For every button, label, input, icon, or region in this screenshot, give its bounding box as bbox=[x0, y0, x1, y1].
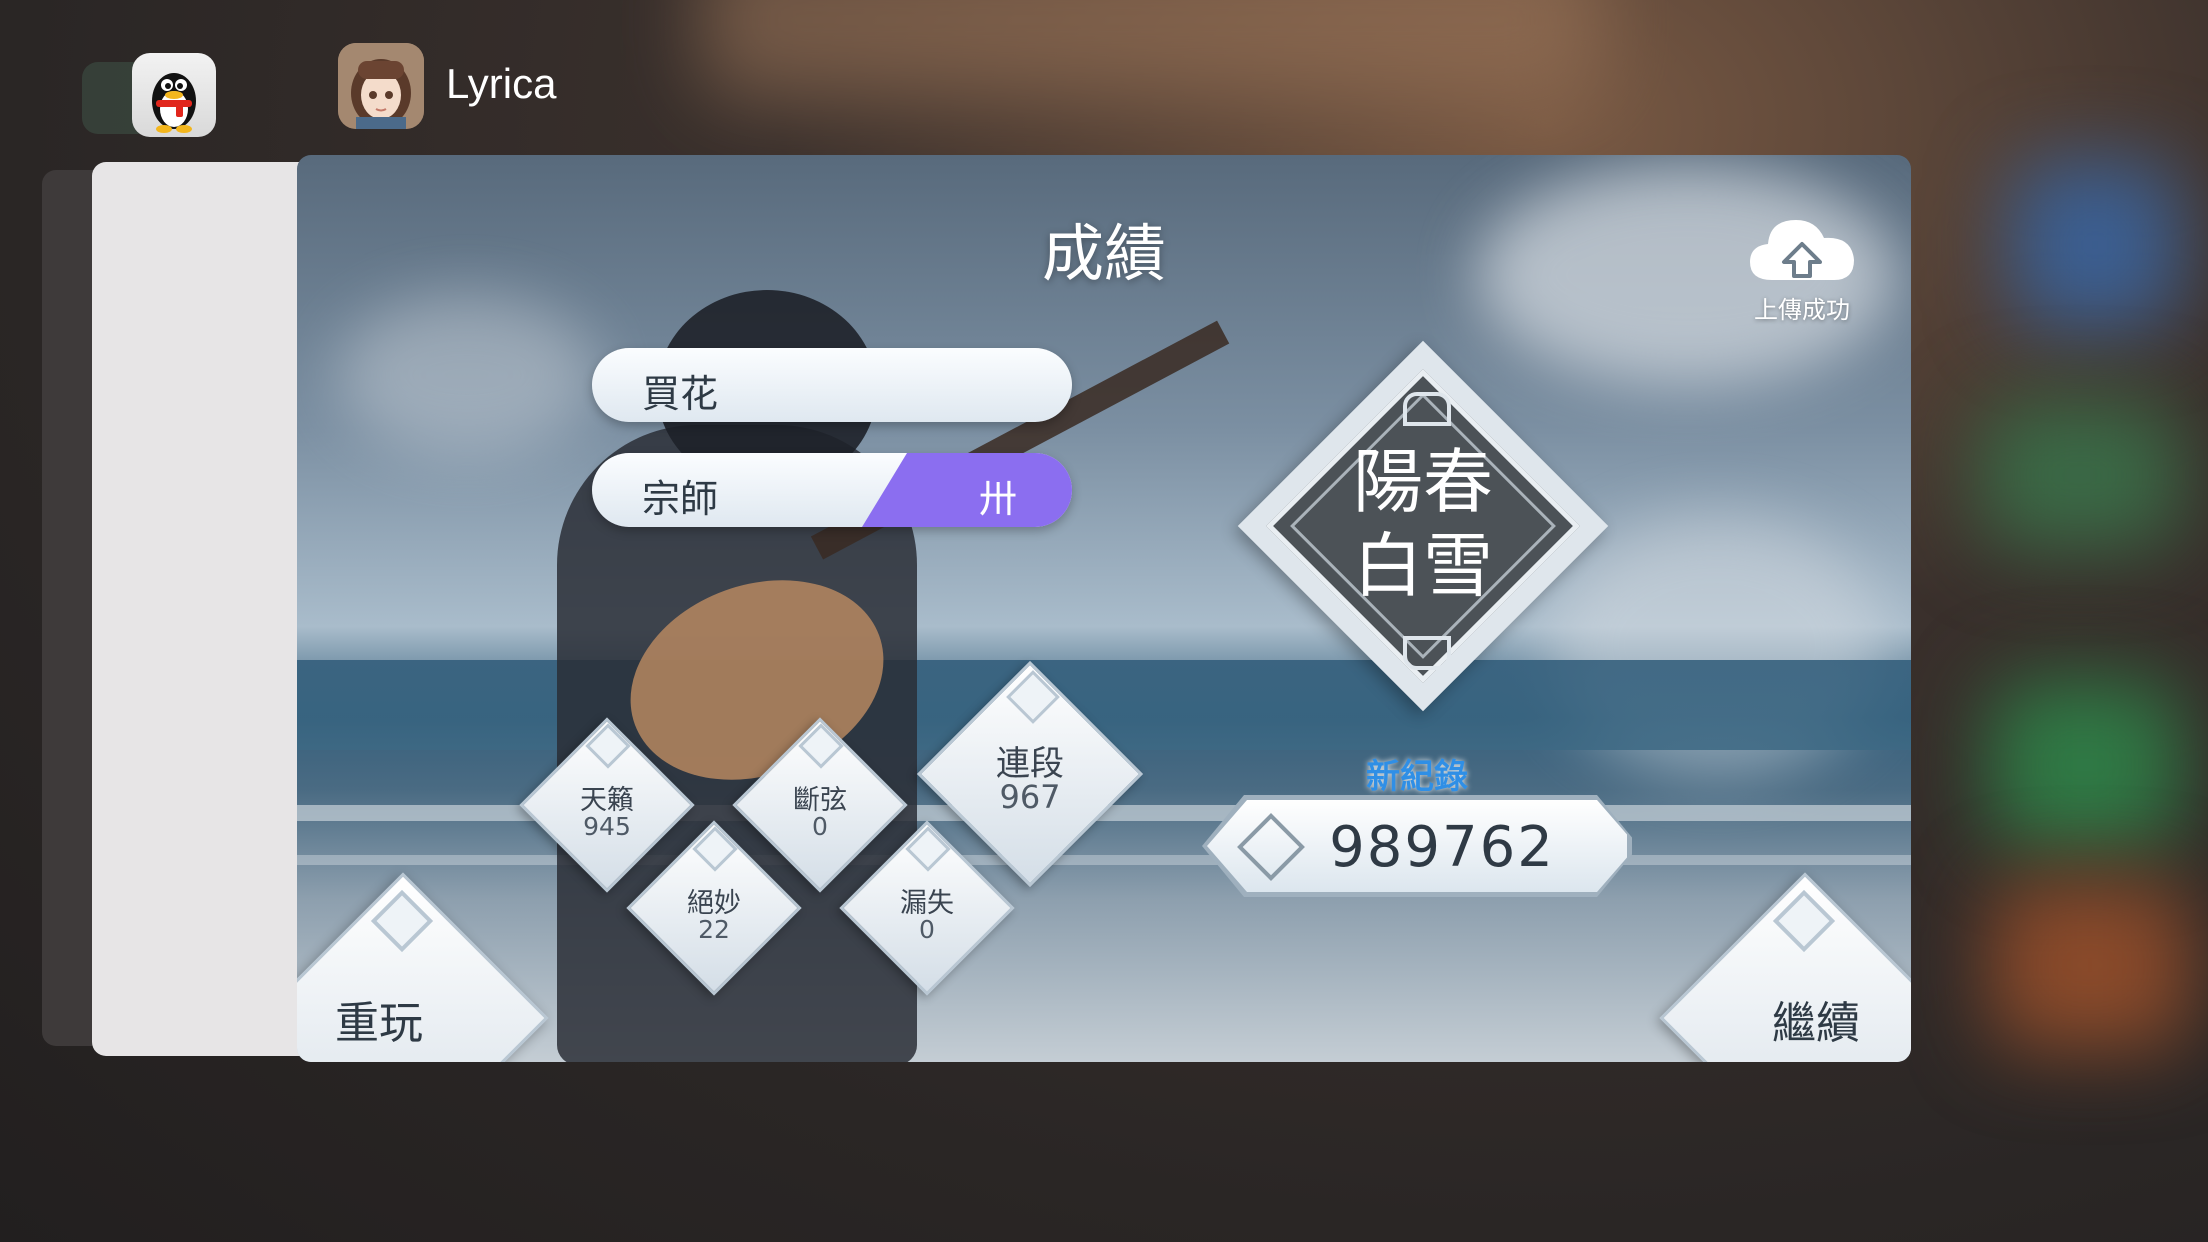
score-value: 989762 bbox=[1329, 815, 1555, 880]
difficulty-name: 宗師 bbox=[642, 477, 719, 521]
background-blur bbox=[1990, 680, 2180, 850]
continue-button[interactable]: 繼續 bbox=[1642, 855, 1911, 1062]
background-blur bbox=[1980, 400, 2180, 550]
background-blur bbox=[1990, 880, 2190, 1050]
difficulty-level: 卅 bbox=[978, 477, 1017, 521]
background-blur bbox=[2010, 160, 2180, 330]
cloud-ornament-icon bbox=[1403, 392, 1451, 426]
cloud-upload-icon bbox=[1750, 220, 1854, 280]
new-record-label: 新紀錄 bbox=[1366, 757, 1468, 797]
grade-line-2: 白雪 bbox=[1353, 525, 1493, 607]
app-card-back[interactable] bbox=[92, 162, 332, 1056]
stat-value: 967 bbox=[999, 778, 1061, 816]
result-title: 成績 bbox=[1041, 217, 1166, 290]
grade-line-1: 陽春 bbox=[1353, 441, 1493, 523]
replay-button[interactable]: 重玩 bbox=[297, 855, 560, 1062]
cloud-ornament-icon bbox=[1403, 636, 1451, 670]
song-title: 買花 bbox=[642, 372, 719, 416]
stat-value: 0 bbox=[919, 915, 935, 944]
upload-status-label: 上傳成功 bbox=[1754, 296, 1850, 324]
lyrica-girl-icon[interactable] bbox=[338, 43, 424, 129]
continue-label: 繼續 bbox=[1772, 998, 1860, 1049]
difficulty-level-badge bbox=[862, 453, 1072, 527]
upload-status: 上傳成功 bbox=[1737, 210, 1867, 325]
song-title-pill: 買花 bbox=[592, 348, 1072, 422]
app-title: Lyrica bbox=[446, 60, 557, 107]
stat-combo: 連段 967 bbox=[910, 654, 1150, 894]
background-blur bbox=[700, 0, 1600, 100]
replay-label: 重玩 bbox=[335, 998, 423, 1049]
difficulty-pill: 宗師 卅 bbox=[592, 453, 1072, 527]
grade-text: 陽春 白雪 bbox=[1237, 440, 1609, 608]
stat-value: 22 bbox=[698, 915, 730, 944]
grade-badge: 陽春 白雪 bbox=[1237, 340, 1609, 712]
lyrica-app-card[interactable]: 成績 上傳成功 買花 宗師 卅 陽春 白雪 新紀錄 989762 天籟 945 bbox=[297, 155, 1911, 1062]
qq-penguin-icon[interactable] bbox=[132, 53, 216, 137]
cloud bbox=[337, 295, 597, 455]
